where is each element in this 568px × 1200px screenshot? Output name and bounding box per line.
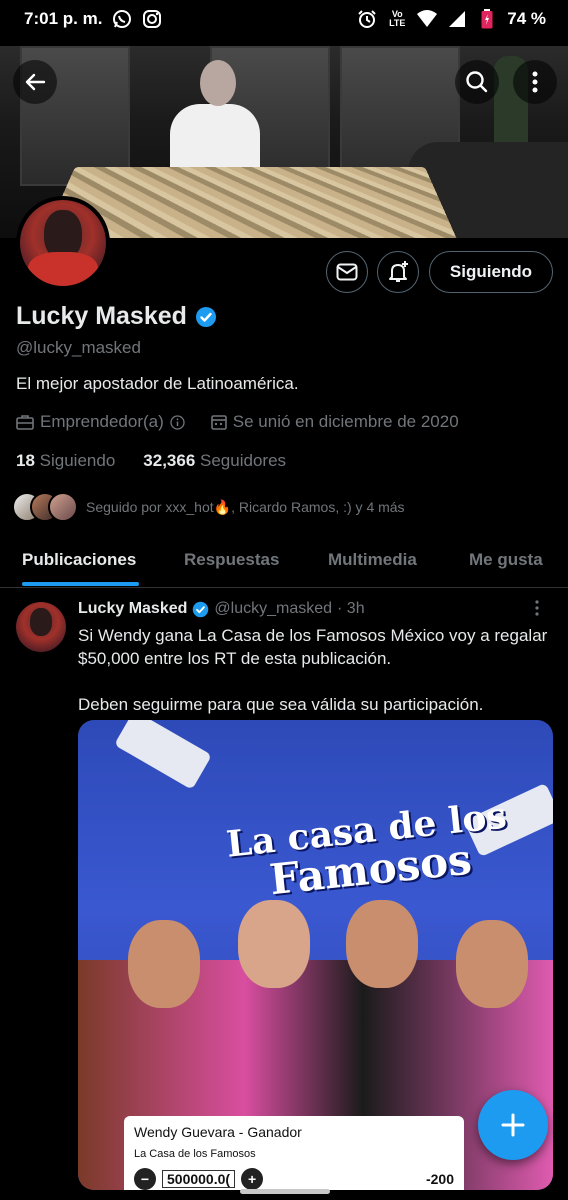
followers-count: 32,366 <box>143 451 196 470</box>
followed-by-text: Seguido por xxx_hot🔥, Ricardo Ramos, :) … <box>86 498 405 515</box>
follower-avatars <box>12 492 78 522</box>
plus-icon <box>500 1112 526 1138</box>
calendar-icon <box>210 414 227 430</box>
media-show-logo: La casa de los Famosos <box>224 795 513 905</box>
profile-stats: 18 Siguiendo 32,366 Seguidores <box>16 451 286 471</box>
wifi-icon <box>417 9 438 29</box>
following-count: 18 <box>16 451 35 470</box>
profile-name-row: Lucky Masked <box>16 302 217 331</box>
search-icon <box>465 70 489 94</box>
tweet-text-paragraph: Deben seguirme para que sea válida su pa… <box>78 695 484 714</box>
tweet-author-name[interactable]: Lucky Masked <box>78 600 187 618</box>
verified-badge-icon <box>195 306 217 328</box>
battery-icon <box>477 9 497 29</box>
bet-title: Wendy Guevara - Ganador <box>134 1124 302 1140</box>
media-cast-face <box>346 900 418 988</box>
media-cast-face <box>238 900 310 988</box>
instagram-icon <box>142 9 162 29</box>
whatsapp-icon <box>112 9 132 29</box>
bet-odds: -200 <box>425 1171 454 1187</box>
tab-respuestas[interactable]: Respuestas <box>184 550 279 570</box>
more-options-button[interactable] <box>513 60 557 104</box>
message-button[interactable] <box>326 251 368 293</box>
tab-publicaciones[interactable]: Publicaciones <box>22 550 136 570</box>
volte-indicator: Vo LTE <box>387 10 407 28</box>
status-time: 7:01 p. m. <box>24 9 103 28</box>
tweet-header: Lucky Masked @lucky_masked · 3h <box>78 600 365 618</box>
media-cast-face <box>128 920 200 1008</box>
mail-icon <box>336 263 358 281</box>
avatar-mask <box>30 608 52 636</box>
media-bet-slip: Wendy Guevara - Ganador La Casa de los F… <box>124 1116 464 1190</box>
home-indicator[interactable] <box>240 1189 330 1194</box>
search-button[interactable] <box>455 60 499 104</box>
following-button[interactable]: Siguiendo <box>429 251 553 293</box>
profile-category: Emprendedor(a) <box>40 412 164 431</box>
signal-icon <box>447 9 467 29</box>
alarm-icon <box>357 9 377 29</box>
followers-label: Seguidores <box>200 451 287 470</box>
compose-button[interactable] <box>478 1090 548 1160</box>
profile-handle: @lucky_masked <box>16 338 141 357</box>
battery-level: 74 % <box>507 9 546 28</box>
following-link[interactable]: 18 Siguiendo <box>16 451 115 471</box>
tweet-text-paragraph: Si Wendy gana La Casa de los Famosos Méx… <box>78 626 548 668</box>
banner-head <box>200 60 236 106</box>
profile-meta: Emprendedor(a) Se unió en diciembre de 2… <box>16 412 459 432</box>
briefcase-icon <box>16 414 34 430</box>
tweet-more-button[interactable] <box>534 600 540 616</box>
tab-me-gusta[interactable]: Me gusta <box>469 550 543 570</box>
media-camera <box>114 720 212 790</box>
bell-plus-icon <box>386 260 410 284</box>
profile-bio: El mejor apostador de Latinoamérica. <box>16 374 299 393</box>
profile-avatar[interactable] <box>16 196 110 290</box>
media-cast-face <box>456 920 528 1008</box>
followers-link[interactable]: 32,366 Seguidores <box>143 451 286 471</box>
tweet-time: · 3h <box>337 600 365 617</box>
tweet-avatar[interactable] <box>16 602 66 652</box>
status-bar: 7:01 p. m. Vo LTE 74 % <box>0 0 568 38</box>
bet-minus: − <box>134 1168 156 1190</box>
profile-tabs: Publicaciones Respuestas Multimedia Me g… <box>0 532 568 588</box>
bet-row: − 500000.0( + -200 <box>134 1168 454 1190</box>
active-tab-indicator <box>22 582 139 586</box>
arrow-left-icon <box>23 70 47 94</box>
notifications-button[interactable] <box>377 251 419 293</box>
verified-badge-icon <box>192 601 209 618</box>
following-label: Siguiendo <box>39 451 116 470</box>
bet-plus: + <box>241 1168 264 1190</box>
back-button[interactable] <box>13 60 57 104</box>
profile-joined: Se unió en diciembre de 2020 <box>232 412 459 431</box>
bet-amount: 500000.0( <box>162 1170 236 1188</box>
follower-avatar <box>48 492 78 522</box>
volte-bottom: LTE <box>389 18 406 28</box>
bet-subtitle: La Casa de los Famosos <box>134 1148 256 1160</box>
tweet-author-handle[interactable]: @lucky_masked <box>214 600 332 618</box>
profile-name: Lucky Masked <box>16 302 187 330</box>
followed-by-row[interactable]: Seguido por xxx_hot🔥, Ricardo Ramos, :) … <box>12 492 405 522</box>
more-vertical-icon <box>532 71 538 93</box>
tweet-text: Si Wendy gana La Casa de los Famosos Méx… <box>78 624 548 716</box>
more-vertical-icon <box>534 600 540 616</box>
avatar-body <box>28 252 98 286</box>
tab-multimedia[interactable]: Multimedia <box>328 550 417 570</box>
info-icon[interactable] <box>170 414 185 430</box>
